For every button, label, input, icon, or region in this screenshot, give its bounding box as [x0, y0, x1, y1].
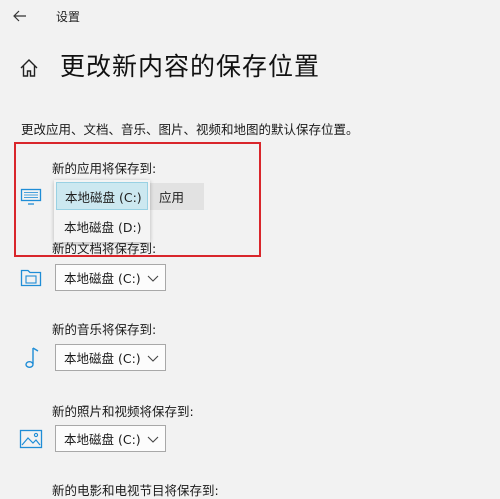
- window-title: 设置: [56, 10, 81, 24]
- photos-location-select[interactable]: 本地磁盘 (C:): [55, 425, 166, 452]
- movies-save-label: 新的电影和电视节目将保存到:: [52, 483, 219, 498]
- music-location-select[interactable]: 本地磁盘 (C:): [55, 344, 166, 371]
- documents-location-value: 本地磁盘 (C:): [64, 271, 141, 286]
- home-icon: [20, 59, 38, 77]
- documents-location-select[interactable]: 本地磁盘 (C:): [55, 264, 166, 291]
- chevron-down-icon: [147, 436, 159, 443]
- back-button[interactable]: [6, 4, 34, 28]
- chevron-down-icon: [147, 355, 159, 362]
- annotation-highlight-box: [14, 142, 261, 257]
- folder-icon: [20, 269, 42, 287]
- page-description: 更改应用、文档、音乐、图片、视频和地图的默认保存位置。: [21, 122, 359, 137]
- page-title: 更改新内容的保存位置: [60, 52, 321, 81]
- chevron-down-icon: [147, 275, 159, 282]
- photos-save-label: 新的照片和视频将保存到:: [52, 404, 194, 419]
- image-icon: [19, 429, 43, 449]
- back-arrow-icon: [13, 10, 26, 22]
- music-save-label: 新的音乐将保存到:: [52, 322, 157, 337]
- music-location-value: 本地磁盘 (C:): [64, 351, 141, 366]
- music-note-icon: [25, 347, 39, 368]
- photos-location-value: 本地磁盘 (C:): [64, 432, 141, 447]
